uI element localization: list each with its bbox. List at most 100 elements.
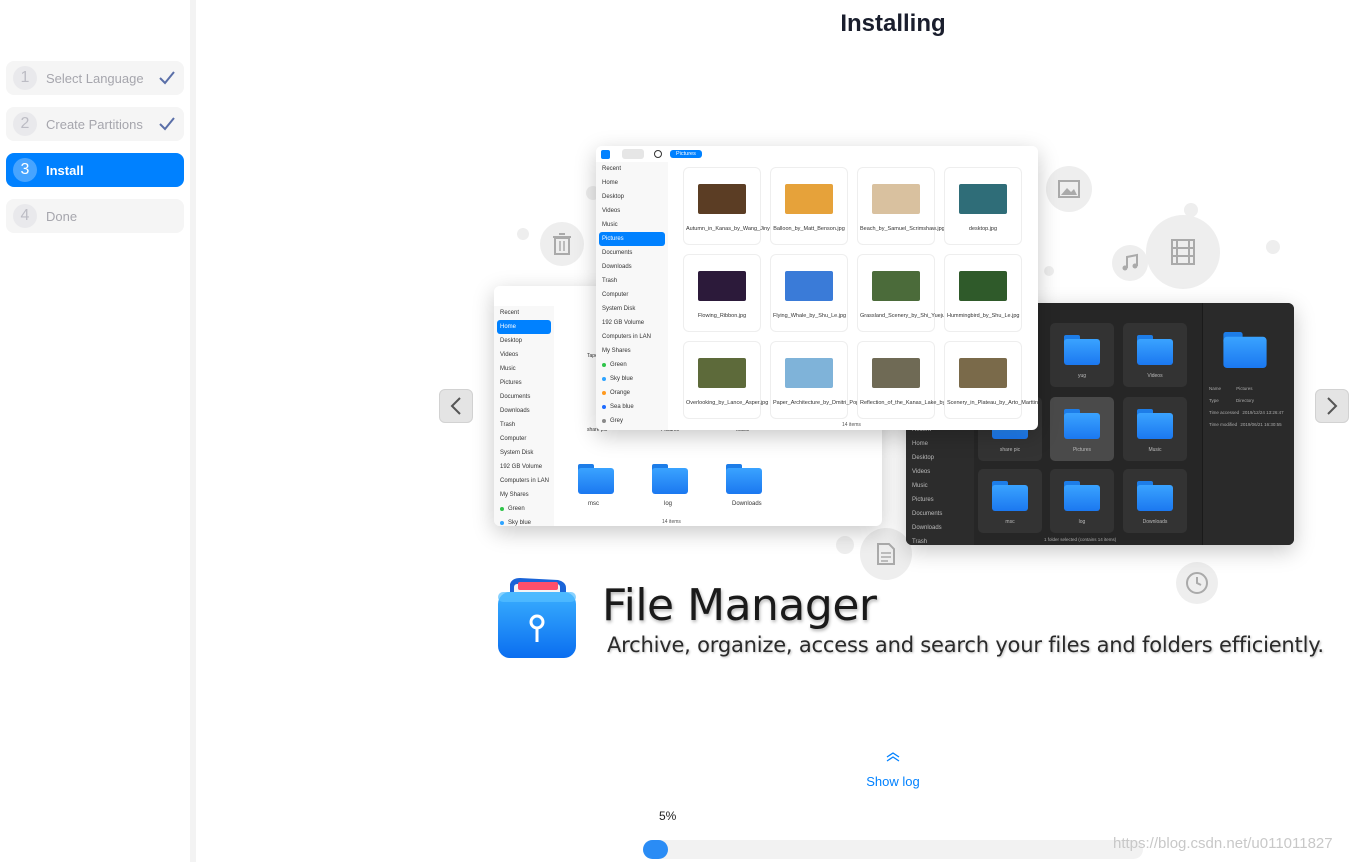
image-thumbnail: desktop.jpg: [945, 168, 1021, 244]
step-number: 1: [13, 66, 37, 90]
sidebar-item: Music: [494, 362, 554, 376]
thumbnail-image: [785, 358, 833, 388]
thumbnail-image: [872, 271, 920, 301]
folder-icon: [992, 481, 1028, 511]
sidebar-item: System Disk: [494, 446, 554, 460]
folder-icon: [1223, 332, 1267, 368]
sidebar-item: Downloads: [494, 404, 554, 418]
sidebar-item-label: Trash: [912, 539, 928, 545]
thumbnail-image: [785, 271, 833, 301]
image-thumbnail: Balloon_by_Matt_Benson.jpg: [771, 168, 847, 244]
tag-color-dot: [500, 521, 504, 525]
sidebar-item-label: Music: [500, 366, 516, 372]
sidebar-item: Desktop: [906, 451, 974, 465]
tag-color-dot: [602, 405, 606, 409]
sidebar-item-label: Recent: [500, 310, 520, 316]
sidebar-item-label: 192 GB Volume: [602, 320, 645, 326]
thumbnail-image: [872, 358, 920, 388]
progress-fill: [643, 840, 668, 859]
folder-icon: [578, 464, 614, 494]
chevron-left-icon: [450, 397, 461, 415]
sidebar-item: 192 GB Volume: [596, 316, 668, 330]
folder-icon: [1064, 335, 1100, 365]
sidebar-item-label: Music: [912, 483, 928, 489]
thumbnail-image: [785, 184, 833, 214]
prev-slide-button[interactable]: [439, 389, 473, 423]
thumbnail-image: [959, 184, 1007, 214]
thumbnail-caption: Balloon_by_Matt_Benson.jpg: [773, 226, 845, 232]
folder-icon: [1137, 481, 1173, 511]
image-thumbnail: Paper_Architecture_by_Dmitri_Popov.jpg: [771, 342, 874, 418]
folder-label: msc: [1005, 519, 1015, 525]
sidebar-item-label: Desktop: [912, 455, 935, 461]
location-tab: Pictures: [670, 150, 702, 158]
detail-value: 2019/06/21 16:30:55: [1240, 422, 1282, 427]
sidebar-item: Green: [494, 502, 554, 516]
image-thumbnail: Flowing_Ribbon.jpg: [684, 255, 760, 331]
folder-label: Music: [1148, 447, 1162, 453]
sidebar-item: Videos: [906, 465, 974, 479]
sidebar-item: Orange: [596, 386, 668, 400]
sidebar-item-label: Trash: [500, 422, 516, 428]
film-icon: [1171, 239, 1195, 265]
sidebar-item-label: Computer: [602, 292, 629, 298]
sidebar-item-label: Green: [508, 506, 525, 512]
image-thumbnail: Overlooking_by_Lance_Asper.jpg: [684, 342, 768, 418]
sidebar-item-label: Downloads: [500, 408, 530, 414]
sidebar-item-label: Sea blue: [610, 404, 634, 410]
sidebar-item: Pictures: [494, 376, 554, 390]
sidebar-item: Desktop: [494, 334, 554, 348]
step-number: 2: [13, 112, 37, 136]
folder-label: share pic: [999, 447, 1021, 453]
folder-tile: Videos: [1123, 323, 1187, 387]
folder-tile: yug: [1050, 323, 1114, 387]
sidebar-item: Documents: [494, 390, 554, 404]
folder-tile: Pictures: [1050, 397, 1114, 461]
app-description: Archive, organize, access and search you…: [607, 633, 1324, 657]
trash-bubble: [540, 222, 584, 266]
step-number: 4: [13, 204, 37, 228]
sidebar-item-label: Videos: [912, 469, 931, 475]
check-icon: [159, 117, 175, 131]
image-icon: [1058, 180, 1080, 198]
step-number: 3: [13, 158, 37, 182]
sidebar-item-label: Home: [912, 441, 929, 447]
titlebar: Pictures: [596, 146, 1038, 162]
sidebar-item: Home: [497, 320, 551, 334]
status-text: 1 folder selected (contains 14 items): [1044, 537, 1117, 542]
check-icon: [159, 71, 175, 85]
sidebar-item-label: Sky blue: [508, 520, 532, 526]
thumbnail-caption: Paper_Architecture_by_Dmitri_Popov.jpg: [773, 400, 874, 406]
deco-dot: [517, 228, 529, 240]
sidebar-item: Home: [906, 437, 974, 451]
thumbnail-caption: Flying_Whale_by_Shu_Le.jpg: [773, 313, 847, 319]
preview-window-light-top: Pictures Recent Home Desktop Videos Music Pic…: [596, 146, 1038, 430]
thumbnail-image: [872, 184, 920, 214]
sidebar-item-label: Music: [602, 222, 618, 228]
tag-color-dot: [602, 391, 606, 395]
sidebar-item-label: Documents: [500, 394, 531, 400]
document-bubble: [860, 528, 912, 580]
thumbnail-caption: Reflection_of_the_Kanas_Lake_by_Wang_Jin…: [860, 400, 988, 406]
detail-value: Directory: [1236, 398, 1255, 403]
deco-dot: [1044, 266, 1054, 276]
sidebar-item: Downloads: [906, 521, 974, 535]
left-window-sidebar: Recent Home Desktop Videos Music Pictures Docu…: [494, 306, 554, 526]
sidebar-item: Home: [596, 176, 668, 190]
show-log-toggle[interactable]: Show log: [842, 750, 944, 789]
detail-label: Name: [1209, 386, 1222, 391]
sidebar-item-label: Documents: [602, 250, 633, 256]
sidebar-item: My Shares: [596, 344, 668, 358]
next-slide-button[interactable]: [1315, 389, 1349, 423]
sidebar-item: Pictures: [906, 493, 974, 507]
folder-label: log: [664, 501, 673, 507]
sidebar-item-label: Recent: [602, 166, 622, 172]
installer-window: 1 Select Language 2 Create Partitions 3 …: [0, 0, 1356, 862]
image-thumbnail: Grassland_Scenery_by_Shi_Yuejun.jpg: [858, 255, 957, 331]
sidebar-item: Recent: [596, 162, 668, 176]
detail-label: Type: [1209, 398, 1219, 403]
sidebar-item-label: 192 GB Volume: [500, 464, 543, 470]
sidebar-item-label: Computers in LAN: [500, 478, 550, 484]
sidebar-item-label: System Disk: [500, 450, 534, 456]
folder-tile: Music: [1123, 397, 1187, 461]
